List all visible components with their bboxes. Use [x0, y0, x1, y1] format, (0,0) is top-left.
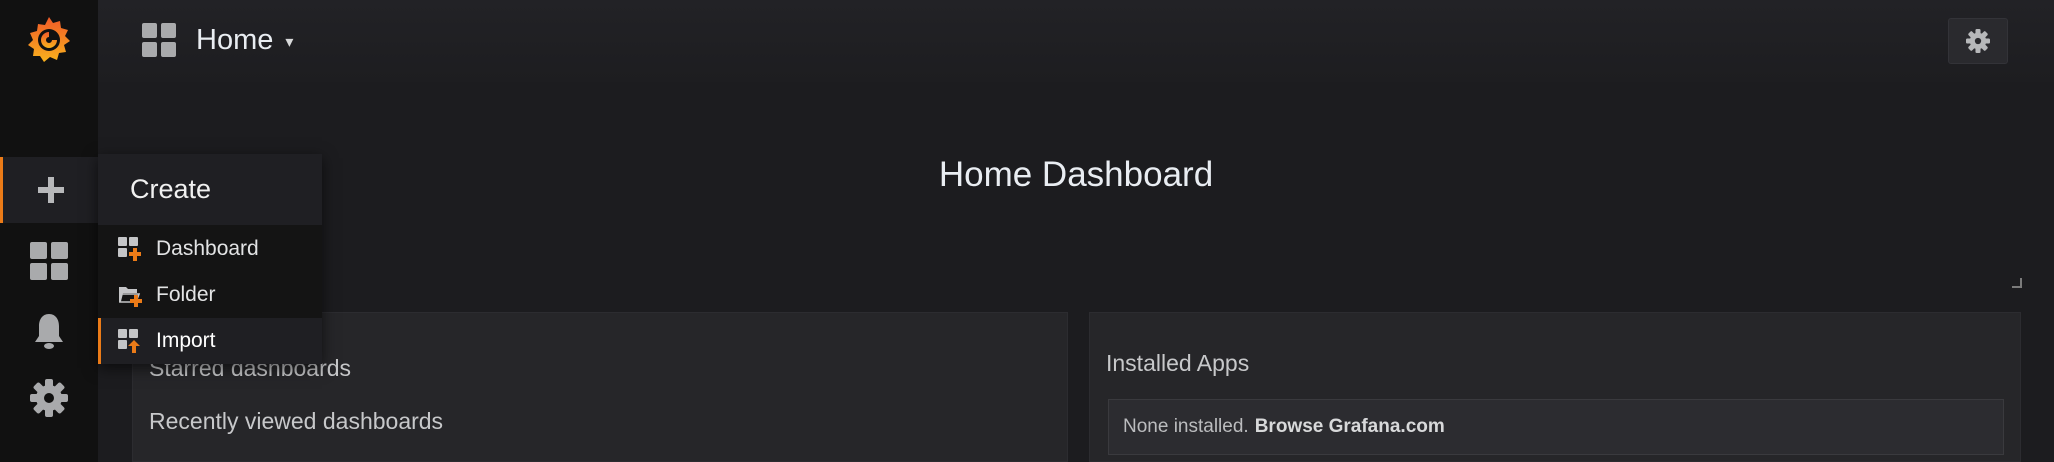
panel-resize-handle[interactable] [2012, 278, 2022, 288]
bell-icon [33, 312, 65, 350]
add-folder-icon [118, 283, 142, 307]
create-menu-title[interactable]: Create [98, 154, 322, 225]
dashboards-icon [30, 242, 68, 280]
gear-icon [30, 379, 68, 417]
grafana-logo-icon [28, 17, 70, 62]
create-menu-item-label: Import [156, 329, 216, 352]
dashboard-title-link[interactable]: Home [196, 24, 273, 57]
create-menu-item-label: Dashboard [156, 237, 259, 260]
create-menu: Create Dashboard Folder Import [98, 154, 322, 364]
sidebar-item-dashboards[interactable] [0, 228, 98, 294]
sidebar-item-configuration[interactable] [0, 365, 98, 431]
none-installed-text: None installed. [1123, 416, 1249, 437]
gear-icon [1966, 29, 1990, 53]
dashboard-picker[interactable]: Home ▾ [142, 23, 293, 57]
sidebar [0, 0, 98, 462]
dashboards-icon [142, 23, 176, 57]
create-menu-item-dashboard[interactable]: Dashboard [98, 226, 322, 272]
sidebar-item-create[interactable] [0, 157, 98, 223]
dashboard-settings-button[interactable] [1948, 18, 2008, 64]
installed-apps-panel: Installed Apps None installed. Browse Gr… [1089, 312, 2021, 462]
installed-apps-title: Installed Apps [1106, 350, 1250, 376]
create-menu-item-label: Folder [156, 283, 216, 306]
plus-icon [37, 176, 65, 204]
caret-down-icon: ▾ [285, 34, 294, 51]
browse-grafana-link[interactable]: Browse Grafana.com [1255, 416, 1445, 438]
installed-apps-empty-state: None installed. Browse Grafana.com [1108, 399, 2004, 455]
add-dashboard-icon [118, 237, 142, 261]
top-navbar: Home ▾ [98, 0, 2054, 82]
home-dashboard-title: Home Dashboard [938, 155, 1214, 194]
create-menu-item-folder[interactable]: Folder [98, 272, 322, 318]
grafana-logo[interactable] [0, 0, 98, 80]
sidebar-item-alerting[interactable] [0, 298, 98, 364]
import-icon [118, 329, 142, 353]
recent-dashboards-heading: Recently viewed dashboards [149, 408, 444, 434]
create-menu-item-import[interactable]: Import [98, 318, 322, 364]
